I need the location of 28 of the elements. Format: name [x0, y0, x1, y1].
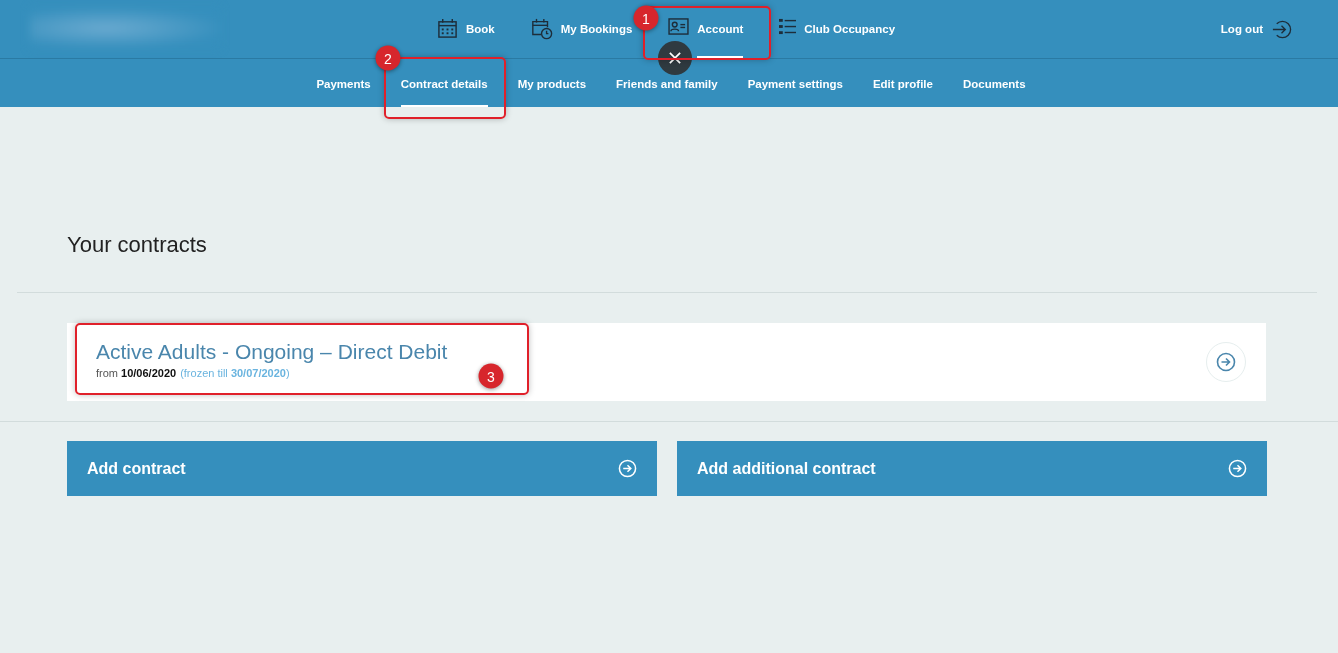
- nav-tab[interactable]: My Bookings: [560, 22, 633, 58]
- arrow-right-icon: [1216, 352, 1236, 372]
- add-contract-button[interactable]: Add additional contract: [677, 441, 1267, 496]
- add-contract-button[interactable]: Add contract: [67, 441, 657, 496]
- subnav-tab[interactable]: Friends and family: [616, 77, 718, 107]
- calendar-clock-icon: [530, 18, 553, 40]
- list-icon: [779, 18, 797, 35]
- arrow-right-icon: [618, 459, 637, 478]
- nav-tab[interactable]: Book: [466, 22, 495, 58]
- id-card-icon: [668, 18, 690, 35]
- calendar-icon: [437, 18, 458, 39]
- arrow-right-icon: [1228, 459, 1247, 478]
- subnav-tab[interactable]: Payments: [316, 77, 371, 107]
- open-contract-button[interactable]: [1206, 342, 1246, 382]
- contract-frozen-date: (frozen till 30/07/2020): [180, 366, 290, 379]
- subnav-tab[interactable]: Contract details: [400, 77, 488, 107]
- page-heading: Your contracts: [66, 231, 208, 259]
- contract-title[interactable]: Active Adults - Ongoing – Direct Debit: [96, 339, 448, 364]
- subnav-tab[interactable]: My products: [517, 77, 587, 107]
- logout-icon: [1271, 18, 1292, 40]
- subnav-tab[interactable]: Documents: [962, 77, 1026, 107]
- subnav-tab[interactable]: Edit profile: [872, 77, 933, 107]
- subnav-tab[interactable]: Payment settings: [747, 77, 843, 107]
- contract-start-date: from 10/06/2020: [96, 366, 177, 379]
- nav-tab[interactable]: Club Occupancy: [804, 22, 896, 58]
- nav-tab[interactable]: Account: [697, 22, 744, 58]
- logout-link[interactable]: Log out: [1220, 18, 1292, 40]
- close-icon: [669, 52, 681, 64]
